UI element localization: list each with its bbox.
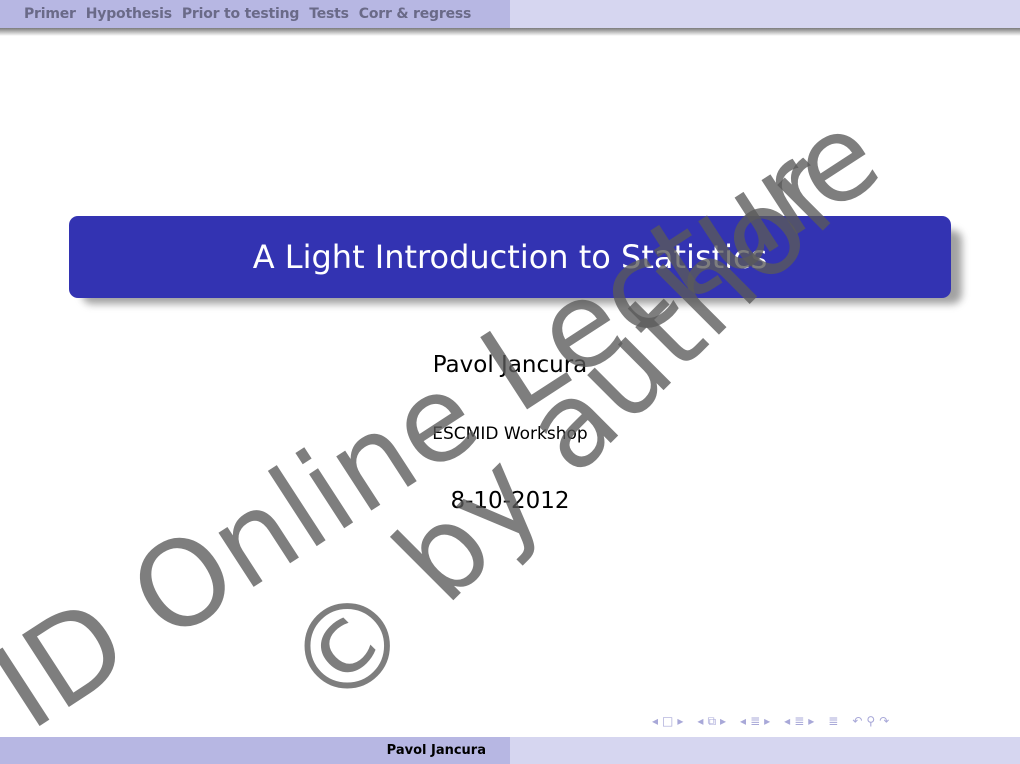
document-icon[interactable]: ≣	[794, 714, 804, 728]
headline-shadow	[0, 28, 1020, 36]
search-icon[interactable]: ⚲	[866, 714, 875, 728]
nav-section-primer[interactable]: Primer	[24, 6, 76, 22]
section-icon[interactable]: ≣	[750, 714, 760, 728]
footer-author-box: Pavol Jancura	[0, 737, 510, 764]
frame-prev-icon[interactable]: ◂	[652, 714, 658, 728]
beamer-navigation-symbols: ◂ □ ▸ ◂ ⧉ ▸ ◂ ≣ ▸ ◂ ≣ ▸ ≣ ↶ ⚲ ↷	[652, 711, 897, 731]
footer-bar: Pavol Jancura	[0, 737, 1020, 764]
nav-section-tests[interactable]: Tests	[309, 6, 349, 22]
nav-section-hypothesis[interactable]: Hypothesis	[86, 6, 172, 22]
subsection-icon[interactable]: ⧉	[707, 714, 716, 729]
headline-bar: Primer Hypothesis Prior to testing Tests…	[0, 0, 1020, 28]
forward-icon[interactable]: ↷	[879, 714, 889, 728]
nav-section-corr-regress[interactable]: Corr & regress	[359, 6, 472, 22]
author-name: Pavol Jancura	[432, 352, 588, 378]
slide-title: A Light Introduction to Statistics	[252, 238, 768, 276]
institute: ESCMID Workshop	[432, 424, 588, 444]
document-next-icon[interactable]: ▸	[808, 714, 814, 728]
watermark-online-lecture: ID Online Lecture	[0, 83, 903, 756]
section-next-icon[interactable]: ▸	[764, 714, 770, 728]
frame-next-icon[interactable]: ▸	[677, 714, 683, 728]
section-navigation: Primer Hypothesis Prior to testing Tests…	[0, 0, 510, 28]
subsection-next-icon[interactable]: ▸	[720, 714, 726, 728]
back-icon[interactable]: ↶	[852, 714, 862, 728]
presentation-date: 8-10-2012	[450, 488, 570, 514]
document-prev-icon[interactable]: ◂	[784, 714, 790, 728]
section-prev-icon[interactable]: ◂	[740, 714, 746, 728]
footer-author: Pavol Jancura	[386, 743, 486, 758]
frame-icon[interactable]: □	[662, 714, 673, 728]
title-block: A Light Introduction to Statistics	[69, 216, 951, 298]
subsection-prev-icon[interactable]: ◂	[697, 714, 703, 728]
nav-section-prior-to-testing[interactable]: Prior to testing	[182, 6, 300, 22]
toc-icon[interactable]: ≣	[828, 714, 838, 728]
